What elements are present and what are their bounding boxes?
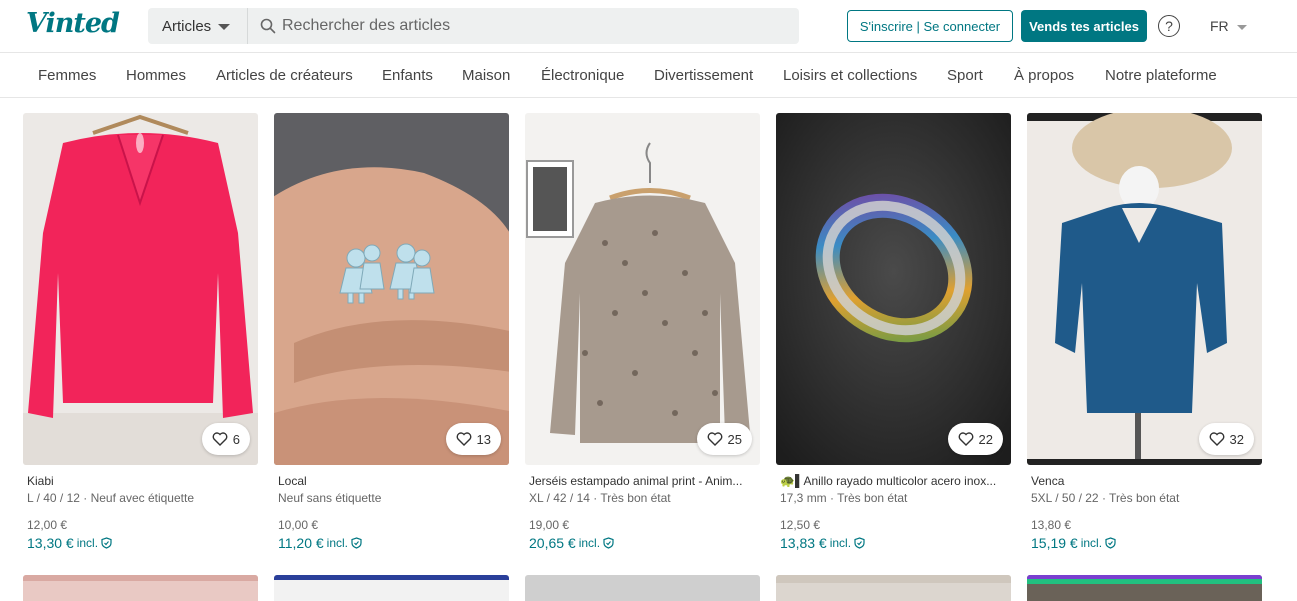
heart-icon [1209,432,1224,446]
chevron-down-icon [218,24,231,30]
item-photo[interactable] [776,113,1011,465]
favorite-count: 22 [978,431,993,447]
favorite-count: 6 [232,431,240,447]
price-incl-label: incl. [326,536,349,550]
item-brand: Venca [1031,474,1065,488]
item-photo-partial[interactable] [776,575,1011,601]
nav-item-electronique[interactable]: Électronique [541,67,624,84]
category-nav: Femmes Hommes Articles de créateurs Enfa… [0,53,1297,98]
item-photo[interactable] [525,113,760,465]
top-header: Vinted Articles S'inscrire | Se connecte… [0,0,1297,53]
favorite-button[interactable]: 13 [445,423,501,455]
item-price-incl: 13,83 € incl. [780,535,1010,551]
nav-item-sport[interactable]: Sport [947,67,983,84]
nav-item-designer[interactable]: Articles de créateurs [216,67,353,84]
price-incl-amount: 13,83 € [780,535,827,551]
price-incl-amount: 13,30 € [27,535,74,551]
item-photo-partial[interactable] [274,575,509,601]
favorite-button[interactable]: 32 [1198,423,1254,455]
item-brand: Jerséis estampado animal print - Anim... [529,474,743,488]
item-price-incl: 13,30 € incl. [27,535,257,551]
favorite-count: 13 [476,431,491,447]
shield-icon[interactable] [1105,537,1116,549]
item-meta: 🐢▌Anillo rayado multicolor acero inox...… [780,474,1010,551]
favorite-count: 25 [727,431,742,447]
favorite-button[interactable]: 6 [201,423,250,455]
price-incl-amount: 15,19 € [1031,535,1078,551]
item-details: 17,3 mm · Très bon état [780,491,908,505]
price-incl-amount: 11,20 € [278,535,324,551]
favorite-button[interactable]: 25 [696,423,752,455]
heart-icon [456,432,471,446]
signup-login-button[interactable]: S'inscrire | Se connecter [847,10,1013,42]
item-photo-partial[interactable] [1027,575,1262,601]
item-price: 19,00 € [529,518,570,532]
item-meta: Venca 5XL / 50 / 22 · Très bon état 13,8… [1031,474,1261,551]
nav-item-femmes[interactable]: Femmes [38,67,96,84]
item-details: L / 40 / 12 · Neuf avec étiquette [27,491,194,505]
shield-icon[interactable] [603,537,614,549]
language-selector[interactable]: FR [1210,18,1247,34]
nav-item-loisirs[interactable]: Loisirs et collections [783,67,917,84]
item-photo-partial[interactable] [525,575,760,601]
item-photo[interactable] [274,113,509,465]
search-icon [260,18,276,34]
item-price-incl: 11,20 € incl. [278,535,508,551]
heart-icon [958,432,973,446]
nav-item-a-propos[interactable]: À propos [1014,67,1074,84]
heart-icon [707,432,722,446]
item-photo-partial[interactable] [23,575,258,601]
item-brand: Kiabi [27,474,54,488]
item-price-incl: 20,65 € incl. [529,535,759,551]
item-brand: Local [278,474,307,488]
vinted-logo[interactable]: Vinted [26,8,120,39]
item-price: 13,80 € [1031,518,1072,532]
search-category-dropdown[interactable]: Articles [148,8,248,44]
item-details: XL / 42 / 14 · Très bon état [529,491,671,505]
item-brand: 🐢▌Anillo rayado multicolor acero inox... [780,474,997,488]
price-incl-amount: 20,65 € [529,535,576,551]
item-price: 12,50 € [780,518,821,532]
shield-icon[interactable] [101,537,112,549]
sell-items-button[interactable]: Vends tes articles [1021,10,1147,42]
price-incl-label: incl. [1080,536,1103,550]
shield-icon[interactable] [854,537,865,549]
price-incl-label: incl. [76,536,99,550]
language-label: FR [1210,18,1229,34]
item-price: 10,00 € [278,518,319,532]
favorite-button[interactable]: 22 [947,423,1003,455]
item-photo[interactable] [23,113,258,465]
nav-item-maison[interactable]: Maison [462,67,510,84]
item-meta: Kiabi L / 40 / 12 · Neuf avec étiquette … [27,474,257,551]
shield-icon[interactable] [351,537,362,549]
item-photo[interactable] [1027,113,1262,465]
nav-item-hommes[interactable]: Hommes [126,67,186,84]
item-price-incl: 15,19 € incl. [1031,535,1261,551]
nav-item-enfants[interactable]: Enfants [382,67,433,84]
item-meta: Local Neuf sans étiquette 10,00 € 11,20 … [278,474,508,551]
search-input[interactable] [282,8,792,44]
item-details: 5XL / 50 / 22 · Très bon état [1031,491,1180,505]
heart-icon [212,432,228,446]
help-icon[interactable]: ? [1158,15,1180,37]
help-icon-glyph: ? [1165,18,1173,34]
favorite-count: 32 [1229,431,1244,447]
nav-item-plateforme[interactable]: Notre plateforme [1105,67,1217,84]
chevron-down-icon [1236,24,1247,30]
item-details: Neuf sans étiquette [278,491,382,505]
item-meta: Jerséis estampado animal print - Anim...… [529,474,759,551]
item-price: 12,00 € [27,518,68,532]
search-bar: Articles [148,8,799,44]
nav-item-divertissement[interactable]: Divertissement [654,67,753,84]
price-incl-label: incl. [829,536,852,550]
search-category-label: Articles [162,17,212,35]
price-incl-label: incl. [578,536,601,550]
